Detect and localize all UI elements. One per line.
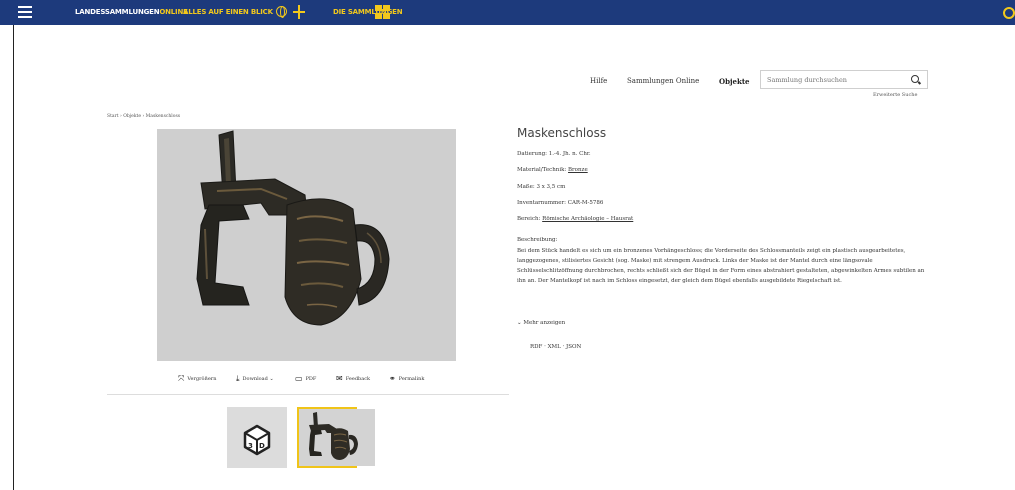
link-icon: ⚭ (389, 374, 396, 383)
nav-collections-link[interactable]: DIE SAMMLUNGEN (333, 8, 403, 16)
mail-icon: ✉ (336, 374, 343, 383)
dating-label: Datierung: (517, 151, 548, 157)
area-link[interactable]: Römische Archäologie – Hausrat (542, 216, 633, 222)
svg-text:D: D (259, 442, 265, 450)
inventory-value: CAR-M-5786 (567, 200, 604, 206)
size-row: Maße: 3 x 3,5 cm (517, 184, 565, 190)
area-label: Bereich: (517, 216, 541, 222)
feedback-label: Feedback (345, 376, 371, 382)
collections-grid-icon[interactable] (375, 5, 390, 19)
3d-cube-icon: 3 D (243, 424, 271, 456)
object-title: Maskenschloss (517, 126, 607, 140)
search-input[interactable] (767, 74, 907, 86)
advanced-search-link[interactable]: Erweiterte Suche (873, 92, 917, 98)
permalink-button[interactable]: ⚭ Permalink (389, 375, 424, 383)
brand-text-part1: LANDESSAMMLUNGEN (75, 8, 160, 16)
download-icon: ⤓ (236, 374, 240, 383)
description-fade (517, 282, 930, 308)
objects-link[interactable]: Objekte (719, 77, 750, 86)
chevron-down-icon: ⌄ (517, 320, 522, 326)
search-icon[interactable] (911, 75, 919, 83)
inventory-label: Inventarnummer: (517, 200, 566, 206)
dating-value: 1.-4. Jh. n. Chr. (548, 151, 591, 157)
pdf-label: PDF (305, 376, 317, 382)
description-label: Beschreibung: (517, 237, 558, 243)
globe-icon[interactable] (276, 6, 287, 18)
feedback-button[interactable]: ✉ Feedback (336, 375, 370, 383)
export-formats-links[interactable]: RDF · XML · JSON (530, 344, 581, 350)
site-logo[interactable]: LANDESSAMMLUNGENONLINE (75, 8, 188, 16)
size-label: Maße: (517, 184, 535, 190)
toolbar-divider (107, 394, 509, 395)
download-button[interactable]: ⤓ Download ⌄ (236, 375, 274, 383)
permalink-label: Permalink (398, 376, 425, 382)
expand-icon: ⤧ (178, 374, 185, 383)
help-link[interactable]: Hilfe (590, 77, 607, 85)
thumbnail-photo[interactable] (297, 407, 375, 468)
material-label: Material/Technik: (517, 167, 567, 173)
show-more-link[interactable]: ⌄ Mehr anzeigen (517, 320, 565, 326)
show-more-label: Mehr anzeigen (523, 320, 566, 326)
compass-cross-icon[interactable] (293, 5, 305, 19)
padlock-artifact-image (196, 130, 390, 326)
material-link[interactable]: Bronze (568, 167, 588, 173)
pdf-file-icon: ▭ (295, 374, 303, 383)
size-value: 3 x 3,5 cm (536, 184, 566, 190)
top-navigation-bar: LANDESSAMMLUNGENONLINE ALLES AUF EINEN B… (0, 0, 1015, 25)
search-box (760, 70, 928, 89)
object-image[interactable] (157, 129, 456, 361)
account-icon[interactable] (1003, 7, 1015, 19)
breadcrumb[interactable]: Start › Objekte › Maskenschloss (107, 114, 180, 119)
download-label: Download ⌄ (242, 376, 274, 382)
pdf-button[interactable]: ▭ PDF (295, 375, 316, 383)
zoom-button[interactable]: ⤧ Vergrößern (178, 375, 216, 383)
collections-online-link[interactable]: Sammlungen Online (627, 77, 699, 85)
padlock-thumbnail-image (299, 409, 375, 466)
svg-text:3: 3 (248, 442, 253, 450)
inventory-row: Inventarnummer: CAR-M-5786 (517, 200, 603, 206)
hamburger-menu-icon[interactable] (18, 6, 32, 18)
page-border-line (13, 25, 14, 490)
dating-row: Datierung: 1.-4. Jh. n. Chr. (517, 151, 591, 157)
material-row: Material/Technik: Bronze (517, 167, 588, 173)
thumbnail-3d-model[interactable]: 3 D (227, 407, 287, 468)
area-row: Bereich: Römische Archäologie – Hausrat (517, 216, 633, 222)
nav-overview-link[interactable]: ALLES AUF EINEN BLICK (183, 8, 273, 16)
zoom-label: Vergrößern (187, 376, 217, 382)
